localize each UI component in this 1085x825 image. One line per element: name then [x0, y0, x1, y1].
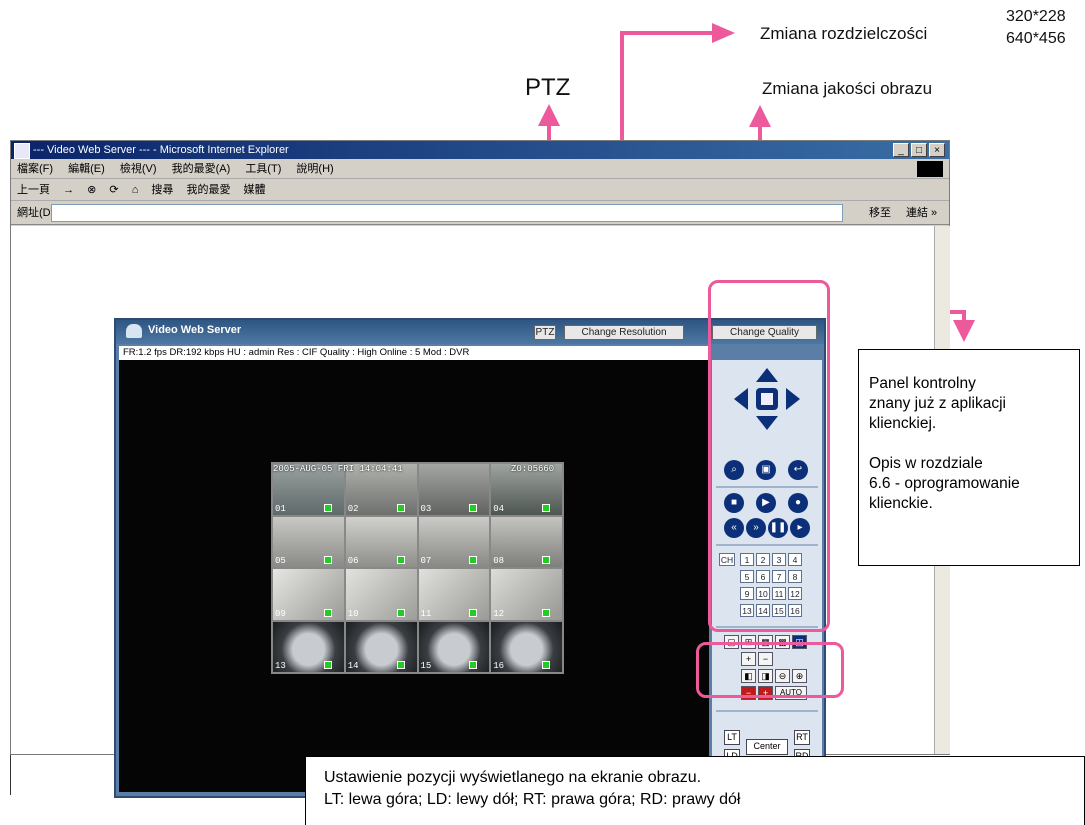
go-button[interactable]: 移至 [869, 201, 891, 225]
change-resolution-button[interactable]: Change Resolution [564, 325, 684, 340]
camera-number: 05 [275, 556, 286, 566]
camera-number: 11 [420, 608, 432, 619]
camera-tile[interactable]: 13 [273, 621, 344, 672]
camera-tile[interactable]: 08 [491, 516, 562, 567]
address-input[interactable] [51, 204, 843, 222]
separator [716, 710, 818, 712]
windows-logo [917, 161, 943, 177]
browser-title: --- Video Web Server --- - Microsoft Int… [33, 144, 289, 156]
position-center-button[interactable]: Center [746, 739, 788, 755]
control-panel-highlight [708, 280, 830, 632]
menu-tools[interactable]: 工具(T) [245, 163, 281, 175]
address-label: 網址(D) [17, 207, 55, 219]
camera-tile[interactable]: 12 [491, 569, 562, 620]
camera-status-icon [542, 661, 550, 669]
camera-status-icon [542, 608, 550, 617]
media-button[interactable]: 媒體 [244, 184, 266, 196]
camera-tile[interactable]: 14 [345, 621, 417, 672]
menu-favorites[interactable]: 我的最愛(A) [172, 163, 231, 175]
panel-note-line: znany już z aplikacji [869, 395, 1006, 412]
position-highlight [696, 642, 844, 698]
search-button[interactable]: 搜尋 [151, 184, 173, 196]
camera-number: 15 [420, 661, 432, 671]
camera-tile[interactable]: 05 [273, 516, 344, 567]
panel-note-line: Panel kontrolny [869, 375, 976, 392]
panel-note-line: Opis w rozdziale [869, 455, 983, 472]
address-bar: 網址(D) 移至 連結 » [11, 201, 949, 225]
camera-number: 16 [493, 661, 505, 671]
camera-grid: 01 02 03 04 05 06 07 08 09 10 11 12 13 1… [271, 462, 564, 674]
position-lt-button[interactable]: LT [724, 730, 740, 745]
camera-number: 04 [493, 503, 505, 514]
browser-title-bar: --- Video Web Server --- - Microsoft Int… [11, 141, 949, 159]
panel-note-line: klienckiej. [869, 415, 937, 432]
position-rt-button[interactable]: RT [794, 730, 810, 745]
camera-tile[interactable]: 09 [273, 569, 344, 620]
camera-status-icon [323, 556, 332, 564]
links-button[interactable]: 連結 » [906, 201, 937, 225]
camera-number: 14 [347, 661, 359, 671]
margin-line [10, 755, 11, 795]
forward-button[interactable]: → [63, 184, 74, 196]
camera-number: 08 [493, 556, 505, 566]
camera-number: 06 [347, 556, 359, 566]
browser-menu-bar: 檔案(F) 編輯(E) 檢視(V) 我的最愛(A) 工具(T) 說明(H) [11, 159, 949, 179]
camera-tile[interactable]: 06 [345, 516, 417, 567]
camera-number: 02 [347, 503, 359, 514]
menu-edit[interactable]: 編輯(E) [68, 163, 105, 175]
app-title: Video Web Server [148, 324, 242, 336]
maximize-button[interactable]: □ [911, 143, 927, 157]
position-note: Ustawienie pozycji wyświetlanego na ekra… [305, 756, 1085, 825]
camera-tile[interactable]: 11 [418, 569, 490, 620]
minimize-button[interactable]: _ [893, 143, 909, 157]
camera-status-icon [396, 556, 405, 564]
camera-number: 09 [275, 608, 286, 619]
camera-number: 13 [275, 661, 286, 671]
camera-status-icon [469, 661, 478, 669]
camera-number: 12 [493, 608, 505, 619]
camera-status-icon [542, 556, 550, 564]
camera-tile[interactable]: 03 [418, 464, 490, 515]
menu-file[interactable]: 檔案(F) [17, 163, 53, 175]
camera-tile[interactable]: 15 [418, 621, 490, 672]
camera-status-icon [469, 608, 478, 617]
home-button[interactable]: ⌂ [132, 184, 139, 196]
camera-status-icon [396, 503, 405, 512]
camera-status-icon [469, 556, 478, 564]
video-area: 01 02 03 04 05 06 07 08 09 10 11 12 13 1… [119, 360, 709, 792]
close-button[interactable]: × [929, 143, 945, 157]
camera-tile[interactable]: 16 [491, 621, 562, 672]
camera-status-icon [323, 608, 332, 617]
ie-icon [14, 143, 30, 159]
back-button[interactable]: 上一頁 [17, 184, 50, 196]
position-note-line1: Ustawienie pozycji wyświetlanego na ekra… [324, 769, 702, 786]
video-timestamp: 2005-AUG-05 FRI 14:04:41 [273, 464, 403, 474]
panel-note-line: klienckie. [869, 495, 933, 512]
camera-number: 07 [420, 556, 432, 566]
camera-status-icon [469, 503, 478, 512]
stop-button[interactable]: ⊗ [87, 184, 96, 196]
camera-status-icon [323, 503, 332, 512]
browser-toolbar: 上一頁 → ⊗ ⟳ ⌂ 搜尋 我的最愛 媒體 [11, 179, 949, 201]
ptz-button[interactable]: PTZ [534, 325, 556, 340]
status-bar: FR:1.2 fps DR:192 kbps HU : admin Res : … [119, 346, 709, 360]
camera-tile[interactable]: 10 [345, 569, 417, 620]
refresh-button[interactable]: ⟳ [109, 184, 118, 196]
camera-status-icon [396, 661, 405, 669]
panel-note-line: 6.6 - oprogramowanie [869, 475, 1020, 492]
video-timestamp-right: Z0:05660 [511, 464, 555, 474]
camera-number: 03 [420, 503, 432, 514]
camera-tile[interactable]: 07 [418, 516, 490, 567]
app-logo-icon [126, 324, 142, 338]
panel-note: Panel kontrolny znany już z aplikacji kl… [858, 349, 1080, 566]
position-note-line2: LT: lewa góra; LD: lewy dół; RT: prawa g… [324, 791, 741, 808]
favorites-button[interactable]: 我的最愛 [186, 184, 230, 196]
menu-view[interactable]: 檢視(V) [120, 163, 157, 175]
camera-number: 01 [275, 503, 286, 514]
menu-help[interactable]: 說明(H) [296, 163, 333, 175]
camera-status-icon [323, 661, 332, 669]
camera-number: 10 [347, 608, 359, 619]
camera-status-icon [396, 608, 405, 617]
camera-status-icon [542, 503, 550, 512]
